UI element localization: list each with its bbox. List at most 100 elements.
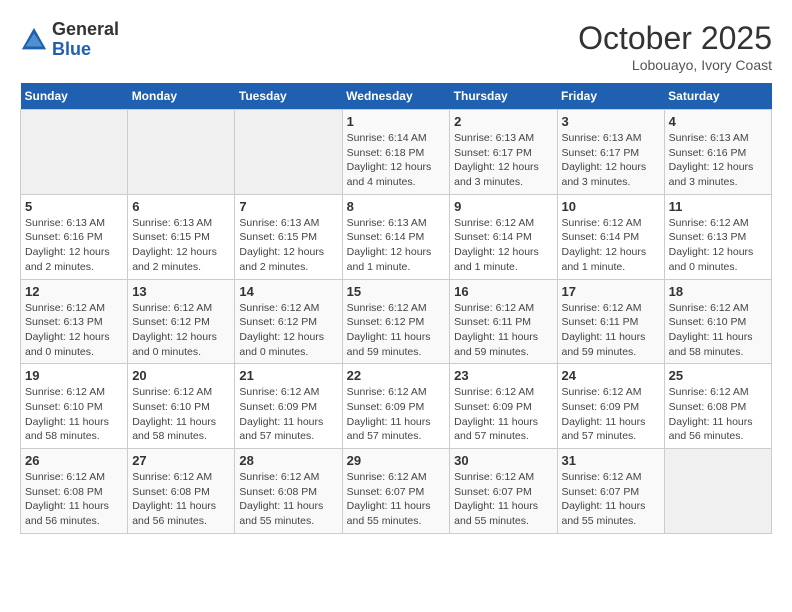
day-of-week-sunday: Sunday	[21, 83, 128, 110]
day-info: Sunrise: 6:12 AM Sunset: 6:10 PM Dayligh…	[132, 385, 230, 444]
day-number: 30	[454, 453, 552, 468]
day-info: Sunrise: 6:12 AM Sunset: 6:09 PM Dayligh…	[239, 385, 337, 444]
calendar-cell	[664, 449, 771, 534]
location: Lobouayo, Ivory Coast	[578, 57, 772, 73]
day-info: Sunrise: 6:12 AM Sunset: 6:10 PM Dayligh…	[25, 385, 123, 444]
day-info: Sunrise: 6:12 AM Sunset: 6:14 PM Dayligh…	[454, 216, 552, 275]
day-number: 4	[669, 114, 767, 129]
day-info: Sunrise: 6:14 AM Sunset: 6:18 PM Dayligh…	[347, 131, 446, 190]
day-number: 2	[454, 114, 552, 129]
logo-icon	[20, 26, 48, 54]
day-info: Sunrise: 6:12 AM Sunset: 6:12 PM Dayligh…	[347, 301, 446, 360]
day-info: Sunrise: 6:13 AM Sunset: 6:14 PM Dayligh…	[347, 216, 446, 275]
logo: General Blue	[20, 20, 119, 60]
calendar-week-1: 1 Sunrise: 6:14 AM Sunset: 6:18 PM Daylig…	[21, 110, 772, 195]
calendar-cell: 4 Sunrise: 6:13 AM Sunset: 6:16 PM Daylig…	[664, 110, 771, 195]
calendar: SundayMondayTuesdayWednesdayThursdayFrid…	[20, 83, 772, 534]
day-info: Sunrise: 6:13 AM Sunset: 6:17 PM Dayligh…	[454, 131, 552, 190]
day-of-week-saturday: Saturday	[664, 83, 771, 110]
day-number: 28	[239, 453, 337, 468]
day-number: 15	[347, 284, 446, 299]
month-title: October 2025	[578, 20, 772, 57]
day-info: Sunrise: 6:12 AM Sunset: 6:07 PM Dayligh…	[454, 470, 552, 529]
day-number: 26	[25, 453, 123, 468]
day-number: 24	[562, 368, 660, 383]
day-info: Sunrise: 6:13 AM Sunset: 6:16 PM Dayligh…	[669, 131, 767, 190]
day-of-week-friday: Friday	[557, 83, 664, 110]
day-of-week-monday: Monday	[128, 83, 235, 110]
day-of-week-thursday: Thursday	[450, 83, 557, 110]
calendar-cell: 8Sunrise: 6:13 AM Sunset: 6:14 PM Daylig…	[342, 194, 450, 279]
calendar-cell: 25Sunrise: 6:12 AM Sunset: 6:08 PM Dayli…	[664, 364, 771, 449]
day-number: 16	[454, 284, 552, 299]
day-number: 6	[132, 199, 230, 214]
calendar-cell: 9 Sunrise: 6:12 AM Sunset: 6:14 PM Daylig…	[450, 194, 557, 279]
day-info: Sunrise: 6:13 AM Sunset: 6:16 PM Dayligh…	[25, 216, 123, 275]
calendar-cell	[235, 110, 342, 195]
day-info: Sunrise: 6:12 AM Sunset: 6:08 PM Dayligh…	[239, 470, 337, 529]
calendar-cell: 3Sunrise: 6:13 AM Sunset: 6:17 PM Daylig…	[557, 110, 664, 195]
calendar-cell: 19 Sunrise: 6:12 AM Sunset: 6:10 PM Dayli…	[21, 364, 128, 449]
logo-blue: Blue	[52, 39, 91, 59]
calendar-week-4: 19 Sunrise: 6:12 AM Sunset: 6:10 PM Dayli…	[21, 364, 772, 449]
calendar-cell: 29Sunrise: 6:12 AM Sunset: 6:07 PM Dayli…	[342, 449, 450, 534]
day-info: Sunrise: 6:12 AM Sunset: 6:10 PM Dayligh…	[669, 301, 767, 360]
calendar-cell: 28 Sunrise: 6:12 AM Sunset: 6:08 PM Dayli…	[235, 449, 342, 534]
day-number: 7	[239, 199, 337, 214]
day-number: 19	[25, 368, 123, 383]
day-number: 14	[239, 284, 337, 299]
day-number: 27	[132, 453, 230, 468]
calendar-cell: 17 Sunrise: 6:12 AM Sunset: 6:11 PM Dayli…	[557, 279, 664, 364]
day-info: Sunrise: 6:12 AM Sunset: 6:08 PM Dayligh…	[132, 470, 230, 529]
calendar-header-row: SundayMondayTuesdayWednesdayThursdayFrid…	[21, 83, 772, 110]
calendar-cell	[128, 110, 235, 195]
day-info: Sunrise: 6:12 AM Sunset: 6:09 PM Dayligh…	[347, 385, 446, 444]
day-info: Sunrise: 6:12 AM Sunset: 6:12 PM Dayligh…	[132, 301, 230, 360]
calendar-cell: 7 Sunrise: 6:13 AM Sunset: 6:15 PM Daylig…	[235, 194, 342, 279]
day-info: Sunrise: 6:12 AM Sunset: 6:11 PM Dayligh…	[562, 301, 660, 360]
day-number: 1	[347, 114, 446, 129]
title-block: October 2025 Lobouayo, Ivory Coast	[578, 20, 772, 73]
calendar-cell: 12 Sunrise: 6:12 AM Sunset: 6:13 PM Dayli…	[21, 279, 128, 364]
day-number: 12	[25, 284, 123, 299]
calendar-cell: 13 Sunrise: 6:12 AM Sunset: 6:12 PM Dayli…	[128, 279, 235, 364]
day-info: Sunrise: 6:13 AM Sunset: 6:15 PM Dayligh…	[239, 216, 337, 275]
day-number: 18	[669, 284, 767, 299]
day-info: Sunrise: 6:12 AM Sunset: 6:12 PM Dayligh…	[239, 301, 337, 360]
day-number: 5	[25, 199, 123, 214]
calendar-cell: 23Sunrise: 6:12 AM Sunset: 6:09 PM Dayli…	[450, 364, 557, 449]
logo-general: General	[52, 19, 119, 39]
day-number: 20	[132, 368, 230, 383]
day-info: Sunrise: 6:12 AM Sunset: 6:07 PM Dayligh…	[562, 470, 660, 529]
logo-text: General Blue	[52, 20, 119, 60]
day-of-week-tuesday: Tuesday	[235, 83, 342, 110]
calendar-cell: 5 Sunrise: 6:13 AM Sunset: 6:16 PM Daylig…	[21, 194, 128, 279]
day-number: 9	[454, 199, 552, 214]
calendar-cell: 21 Sunrise: 6:12 AM Sunset: 6:09 PM Dayli…	[235, 364, 342, 449]
calendar-cell: 11 Sunrise: 6:12 AM Sunset: 6:13 PM Dayli…	[664, 194, 771, 279]
day-number: 11	[669, 199, 767, 214]
day-number: 21	[239, 368, 337, 383]
day-info: Sunrise: 6:12 AM Sunset: 6:09 PM Dayligh…	[562, 385, 660, 444]
calendar-cell: 10Sunrise: 6:12 AM Sunset: 6:14 PM Dayli…	[557, 194, 664, 279]
day-number: 17	[562, 284, 660, 299]
calendar-week-5: 26 Sunrise: 6:12 AM Sunset: 6:08 PM Dayli…	[21, 449, 772, 534]
calendar-cell: 1 Sunrise: 6:14 AM Sunset: 6:18 PM Daylig…	[342, 110, 450, 195]
calendar-week-3: 12 Sunrise: 6:12 AM Sunset: 6:13 PM Dayli…	[21, 279, 772, 364]
calendar-cell: 27 Sunrise: 6:12 AM Sunset: 6:08 PM Dayli…	[128, 449, 235, 534]
day-info: Sunrise: 6:12 AM Sunset: 6:08 PM Dayligh…	[669, 385, 767, 444]
day-number: 3	[562, 114, 660, 129]
calendar-cell: 2 Sunrise: 6:13 AM Sunset: 6:17 PM Daylig…	[450, 110, 557, 195]
calendar-cell: 6Sunrise: 6:13 AM Sunset: 6:15 PM Daylig…	[128, 194, 235, 279]
page-header: General Blue October 2025 Lobouayo, Ivor…	[20, 20, 772, 73]
calendar-cell	[21, 110, 128, 195]
day-info: Sunrise: 6:12 AM Sunset: 6:09 PM Dayligh…	[454, 385, 552, 444]
day-info: Sunrise: 6:12 AM Sunset: 6:13 PM Dayligh…	[25, 301, 123, 360]
day-info: Sunrise: 6:12 AM Sunset: 6:13 PM Dayligh…	[669, 216, 767, 275]
day-number: 13	[132, 284, 230, 299]
day-number: 10	[562, 199, 660, 214]
calendar-cell: 30 Sunrise: 6:12 AM Sunset: 6:07 PM Dayli…	[450, 449, 557, 534]
day-info: Sunrise: 6:12 AM Sunset: 6:07 PM Dayligh…	[347, 470, 446, 529]
day-number: 31	[562, 453, 660, 468]
day-info: Sunrise: 6:12 AM Sunset: 6:08 PM Dayligh…	[25, 470, 123, 529]
